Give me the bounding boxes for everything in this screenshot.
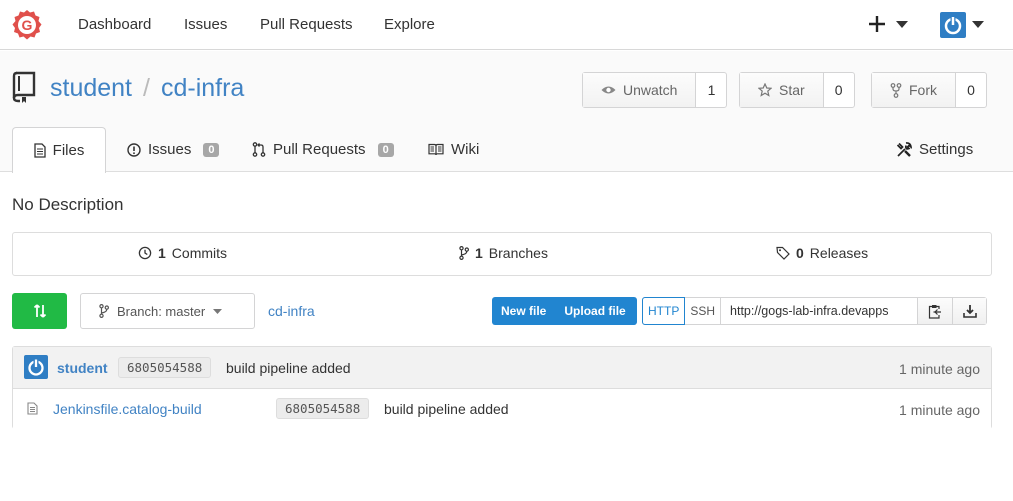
tab-files[interactable]: Files bbox=[12, 127, 106, 173]
download-button[interactable] bbox=[952, 298, 987, 324]
book-icon bbox=[428, 143, 444, 156]
repo-owner-link[interactable]: student bbox=[50, 74, 132, 102]
commit-time: 1 minute ago bbox=[899, 361, 980, 377]
nav-issues[interactable]: Issues bbox=[184, 16, 227, 33]
tab-pull-requests[interactable]: Pull Requests 0 bbox=[252, 127, 394, 172]
star-button[interactable]: Star bbox=[740, 73, 824, 107]
history-icon bbox=[138, 246, 152, 260]
repo-name-link[interactable]: cd-infra bbox=[161, 74, 244, 102]
upload-file-button[interactable]: Upload file bbox=[555, 304, 634, 318]
unwatch-label: Unwatch bbox=[623, 82, 678, 98]
star-icon bbox=[758, 83, 772, 97]
compare-pull-button[interactable] bbox=[12, 293, 67, 329]
latest-commit-row: student 6805054588 build pipeline added … bbox=[13, 347, 991, 389]
fork-button-group: Fork 0 bbox=[871, 72, 987, 108]
avatar-icon bbox=[940, 12, 984, 38]
nav-dashboard[interactable]: Dashboard bbox=[78, 16, 151, 33]
http-toggle[interactable]: HTTP bbox=[642, 297, 686, 325]
file-table: student 6805054588 build pipeline added … bbox=[12, 346, 992, 429]
git-branch-icon bbox=[99, 304, 109, 318]
repo-description: No Description bbox=[12, 195, 124, 214]
fork-icon bbox=[890, 82, 902, 98]
repo-stats-bar: 1 Commits 1 Branches 0 Releases bbox=[12, 232, 992, 276]
avatar-icon bbox=[24, 355, 48, 379]
tag-icon bbox=[776, 246, 790, 260]
file-commit-message[interactable]: build pipeline added bbox=[384, 401, 509, 417]
tab-wiki-label: Wiki bbox=[451, 141, 480, 158]
star-button-group: Star 0 bbox=[739, 72, 855, 108]
git-pull-request-icon bbox=[252, 142, 266, 157]
clipboard-icon bbox=[928, 304, 942, 319]
gogs-logo-icon[interactable]: G bbox=[11, 9, 43, 41]
clone-url-bar: HTTP SSH http://gogs-lab-infra.devapps bbox=[642, 297, 988, 325]
download-icon bbox=[962, 305, 977, 318]
fork-button[interactable]: Fork bbox=[872, 73, 956, 107]
repo-title-separator: / bbox=[143, 74, 150, 102]
create-menu-button[interactable] bbox=[868, 11, 910, 37]
commits-count: 1 bbox=[158, 245, 166, 261]
fork-count[interactable]: 0 bbox=[956, 73, 986, 107]
commits-stat[interactable]: 1 Commits bbox=[138, 245, 227, 261]
fork-label: Fork bbox=[909, 82, 937, 98]
repo-title: student / cd-infra bbox=[50, 74, 244, 103]
file-actions: New file Upload file bbox=[492, 297, 637, 325]
eye-icon bbox=[601, 86, 616, 94]
watch-count[interactable]: 1 bbox=[696, 73, 726, 107]
user-menu-button[interactable] bbox=[940, 12, 986, 38]
file-commit-sha-link[interactable]: 6805054588 bbox=[276, 398, 370, 419]
table-row: Jenkinsfile.catalog-build 6805054588 bui… bbox=[13, 389, 991, 429]
branches-stat[interactable]: 1 Branches bbox=[459, 245, 548, 261]
tab-settings[interactable]: Settings bbox=[896, 127, 973, 172]
git-branch-icon bbox=[459, 246, 469, 260]
sync-arrows-icon bbox=[33, 304, 46, 318]
top-navbar: G Dashboard Issues Pull Requests Explore bbox=[0, 0, 1013, 50]
tools-icon bbox=[896, 141, 912, 157]
issues-count-badge: 0 bbox=[203, 142, 220, 157]
ssh-toggle[interactable]: SSH bbox=[685, 298, 722, 324]
commit-author-link[interactable]: student bbox=[57, 360, 108, 376]
file-name-link[interactable]: Jenkinsfile.catalog-build bbox=[53, 401, 202, 417]
commit-author-avatar[interactable] bbox=[24, 355, 48, 379]
releases-stat[interactable]: 0 Releases bbox=[776, 245, 868, 261]
unwatch-button[interactable]: Unwatch bbox=[583, 73, 697, 107]
pulls-count-badge: 0 bbox=[377, 142, 394, 157]
caret-down-icon bbox=[213, 308, 223, 314]
repo-book-icon bbox=[12, 71, 36, 103]
svg-text:G: G bbox=[22, 17, 33, 33]
nav-pull-requests[interactable]: Pull Requests bbox=[260, 16, 353, 33]
nav-explore[interactable]: Explore bbox=[384, 16, 435, 33]
star-label: Star bbox=[779, 82, 805, 98]
tab-files-label: Files bbox=[52, 142, 85, 159]
tab-issues[interactable]: Issues 0 bbox=[127, 127, 220, 172]
tab-wiki[interactable]: Wiki bbox=[428, 127, 479, 172]
commit-sha-link[interactable]: 6805054588 bbox=[118, 357, 212, 378]
clone-url-input[interactable]: http://gogs-lab-infra.devapps bbox=[721, 298, 919, 324]
branch-dropdown[interactable]: Branch: master bbox=[80, 293, 255, 329]
copy-url-button[interactable] bbox=[918, 298, 953, 324]
file-text-icon bbox=[34, 143, 46, 158]
commits-label: Commits bbox=[171, 245, 228, 261]
issue-opened-icon bbox=[127, 142, 141, 157]
tab-issues-label: Issues bbox=[148, 141, 192, 158]
releases-count: 0 bbox=[796, 245, 804, 261]
path-breadcrumb[interactable]: cd-infra bbox=[268, 303, 315, 319]
plus-icon bbox=[869, 16, 908, 32]
file-icon bbox=[27, 402, 38, 415]
branches-count: 1 bbox=[475, 245, 483, 261]
branch-dropdown-label: Branch: master bbox=[117, 303, 206, 319]
file-commit-time: 1 minute ago bbox=[899, 402, 980, 418]
tab-pull-requests-label: Pull Requests bbox=[273, 141, 366, 158]
star-count[interactable]: 0 bbox=[824, 73, 854, 107]
watch-button-group: Unwatch 1 bbox=[582, 72, 728, 108]
releases-label: Releases bbox=[809, 245, 869, 261]
tab-settings-label: Settings bbox=[919, 141, 974, 158]
new-file-button[interactable]: New file bbox=[492, 304, 555, 318]
branches-label: Branches bbox=[488, 245, 548, 261]
commit-message: build pipeline added bbox=[226, 360, 351, 376]
